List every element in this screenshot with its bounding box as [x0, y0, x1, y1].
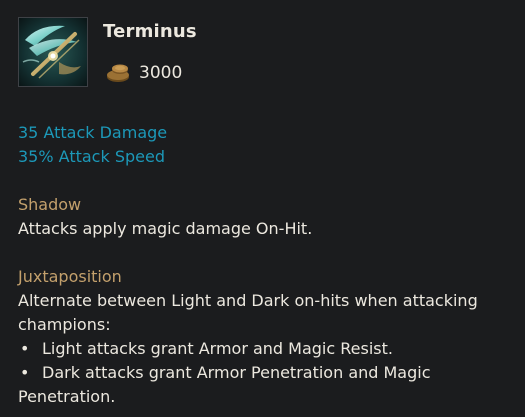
item-cost: 3000: [139, 63, 183, 83]
passive-name: Shadow: [18, 195, 82, 214]
stats-list: 35 Attack Damage 35% Attack Speed: [18, 121, 167, 169]
list-item: • Light attacks grant Armor and Magic Re…: [18, 337, 478, 361]
stat-attack-damage: 35 Attack Damage: [18, 123, 168, 142]
gold-coins-icon: [104, 60, 132, 84]
bullet-marker: •: [20, 363, 30, 382]
bullet-marker: •: [20, 339, 30, 358]
item-tooltip: Terminus 3000 35 Attack Damage 35% Attac…: [0, 0, 525, 417]
passive-description-line: Alternate between Light and Dark on-hits…: [18, 291, 478, 310]
passive-shadow: Shadow Attacks apply magic damage On-Hit…: [18, 193, 312, 241]
passive-juxtaposition: Juxtaposition Alternate between Light an…: [18, 265, 478, 409]
bullet-text: Dark attacks grant Armor Penetration and…: [42, 363, 431, 382]
passive-name: Juxtaposition: [18, 267, 122, 286]
list-item: • Dark attacks grant Armor Penetration a…: [18, 361, 478, 385]
bullet-text: Light attacks grant Armor and Magic Resi…: [42, 339, 393, 358]
item-name: Terminus: [103, 21, 197, 42]
passive-description: Attacks apply magic damage On-Hit.: [18, 219, 313, 238]
crossbow-item-icon: [18, 17, 88, 87]
passive-description-line: champions:: [18, 315, 111, 334]
bullet-text-continuation: Penetration.: [18, 387, 116, 406]
stat-attack-speed: 35% Attack Speed: [18, 147, 165, 166]
